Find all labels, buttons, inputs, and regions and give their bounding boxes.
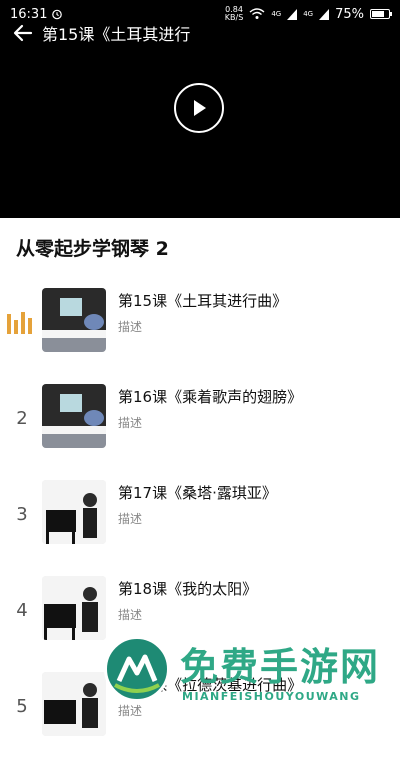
watermark-subtitle: MIANFEISHOUYOUWANG (182, 690, 361, 703)
lesson-item[interactable]: 3 第17课《桑塔·露琪亚》 描述 (0, 478, 400, 574)
lesson-index: 5 (16, 696, 28, 717)
lesson-thumbnail (42, 384, 106, 448)
lesson-description: 描述 (118, 512, 143, 526)
video-player[interactable]: 16:31 0.84 KB/S 4G 4G 75% 第15课《土耳其进行 (0, 0, 400, 218)
video-title: 第15课《土耳其进行 (42, 25, 191, 44)
play-button[interactable] (174, 83, 224, 133)
play-icon (194, 100, 206, 116)
lesson-title: 第16课《乘着歌声的翅膀》 (118, 388, 303, 406)
back-arrow-icon[interactable] (12, 22, 34, 44)
lesson-item[interactable]: 2 第16课《乘着歌声的翅膀》 描述 (0, 382, 400, 478)
course-title: 从零起步学钢琴 2 (16, 238, 169, 260)
video-title-bar: 第15课《土耳其进行 (0, 20, 400, 46)
network-type-label-1: 4G (271, 10, 282, 18)
lesson-description: 描述 (118, 320, 143, 334)
lesson-thumbnail (42, 480, 106, 544)
lesson-description: 描述 (118, 608, 143, 622)
wifi-icon (249, 8, 265, 19)
lesson-index: 3 (16, 504, 28, 525)
signal-icon (319, 8, 330, 20)
watermark-logo-icon (104, 636, 170, 702)
network-type-label-2: 4G (303, 10, 314, 18)
watermark-title: 免费手游网 (180, 645, 381, 689)
lesson-index: 4 (16, 600, 28, 621)
lesson-item[interactable]: 第15课《土耳其进行曲》 描述 (0, 286, 400, 382)
watermark: 免费手游网 MIANFEISHOUYOUWANG (104, 632, 394, 711)
lesson-title: 第17课《桑塔·露琪亚》 (118, 484, 277, 502)
battery-icon (370, 9, 392, 19)
lesson-index: 2 (16, 408, 28, 429)
lesson-thumbnail (42, 288, 106, 352)
signal-icon (287, 8, 298, 20)
lesson-thumbnail (42, 576, 106, 640)
now-playing-icon (7, 312, 32, 334)
alarm-icon (52, 9, 63, 20)
lesson-title: 第15课《土耳其进行曲》 (118, 292, 288, 310)
lesson-description: 描述 (118, 416, 143, 430)
lesson-thumbnail (42, 672, 106, 736)
lesson-title: 第18课《我的太阳》 (118, 580, 258, 598)
